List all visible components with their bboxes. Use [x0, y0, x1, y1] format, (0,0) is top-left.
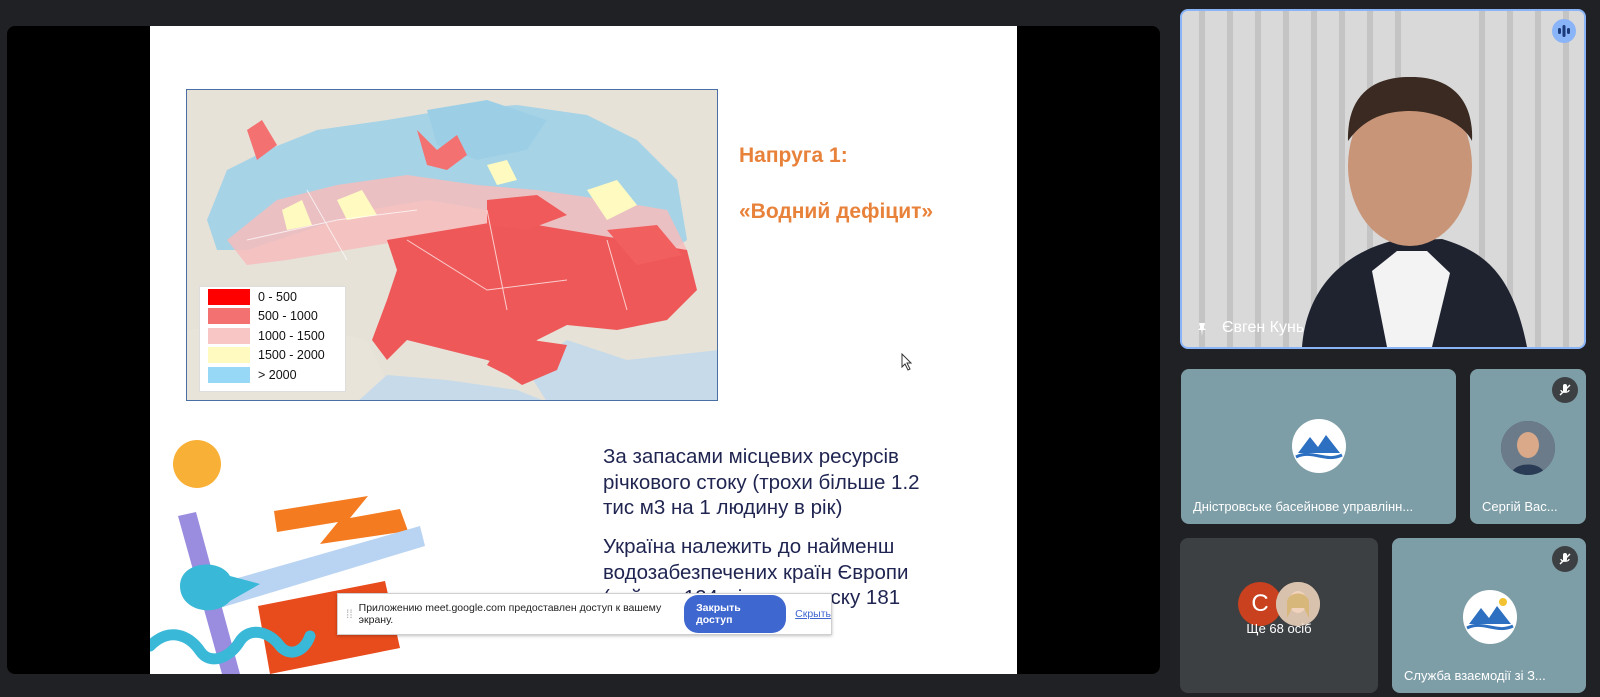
drag-handle-icon[interactable]: ⁞⁞ — [346, 607, 353, 621]
screen-share-banner: ⁞⁞ Приложению meet.google.com предоставл… — [337, 593, 832, 635]
ukraine-water-map: 0 - 500 500 - 1000 1000 - 1500 1500 - 20… — [186, 89, 718, 401]
legend-label: 0 - 500 — [258, 289, 297, 304]
legend-item: 500 - 1000 — [200, 307, 345, 327]
legend-label: > 2000 — [258, 367, 297, 382]
legend-label: 500 - 1000 — [258, 309, 318, 324]
slide-headline-1: Напруга 1: — [739, 144, 848, 167]
stop-sharing-button[interactable]: Закрыть доступ — [684, 595, 787, 633]
participant-tile[interactable]: Сергій Вас... — [1470, 369, 1586, 524]
participant-tile[interactable]: Дністровське басейнове управлінн... — [1181, 369, 1456, 524]
speaker-name: Євген Кунь — [1222, 319, 1305, 336]
organization-logo — [1463, 590, 1517, 644]
legend-item: 1500 - 2000 — [200, 346, 345, 366]
legend-label: 1000 - 1500 — [258, 328, 325, 343]
slide: 0 - 500 500 - 1000 1000 - 1500 1500 - 20… — [150, 26, 1017, 674]
mic-off-icon — [1552, 546, 1578, 572]
legend-item: > 2000 — [200, 365, 345, 385]
mouse-cursor-icon — [901, 353, 913, 371]
speaker-tile[interactable]: Євген Кунь — [1180, 9, 1586, 349]
slide-headline-2: «Водний дефіцит» — [739, 200, 934, 223]
decorative-shapes — [150, 440, 425, 674]
legend-swatch — [208, 366, 250, 383]
avatar — [1501, 421, 1555, 475]
participant-name: Служба взаємодії зі З... — [1404, 668, 1546, 683]
legend-item: 0 - 500 — [200, 287, 345, 307]
legend-swatch — [208, 327, 250, 344]
hide-banner-link[interactable]: Скрыть — [795, 608, 831, 620]
legend-swatch — [208, 288, 250, 305]
map-legend: 0 - 500 500 - 1000 1000 - 1500 1500 - 20… — [199, 286, 346, 392]
organization-logo — [1292, 419, 1346, 473]
avatar — [1276, 582, 1320, 626]
more-participants-label: Ще 68 осіб — [1246, 621, 1312, 636]
legend-label: 1500 - 2000 — [258, 348, 325, 363]
share-message: Приложению meet.google.com предоставлен … — [358, 602, 662, 626]
participant-tile[interactable]: Служба взаємодії зі З... — [1392, 538, 1586, 693]
legend-item: 1000 - 1500 — [200, 326, 345, 346]
slide-paragraph-1: За запасами місцевих ресурсів річкового … — [603, 445, 920, 519]
presentation-stage: 0 - 500 500 - 1000 1000 - 1500 1500 - 20… — [7, 26, 1160, 674]
more-participants-tile[interactable]: С Ще 68 осіб — [1180, 538, 1378, 693]
speaker-video — [1182, 11, 1584, 347]
participant-name: Сергій Вас... — [1482, 499, 1558, 514]
mic-off-icon — [1552, 377, 1578, 403]
legend-swatch — [208, 308, 250, 325]
speaking-indicator-icon — [1552, 19, 1576, 43]
legend-swatch — [208, 347, 250, 364]
pin-icon[interactable] — [1194, 321, 1210, 337]
participant-name: Дністровське басейнове управлінн... — [1193, 499, 1414, 514]
